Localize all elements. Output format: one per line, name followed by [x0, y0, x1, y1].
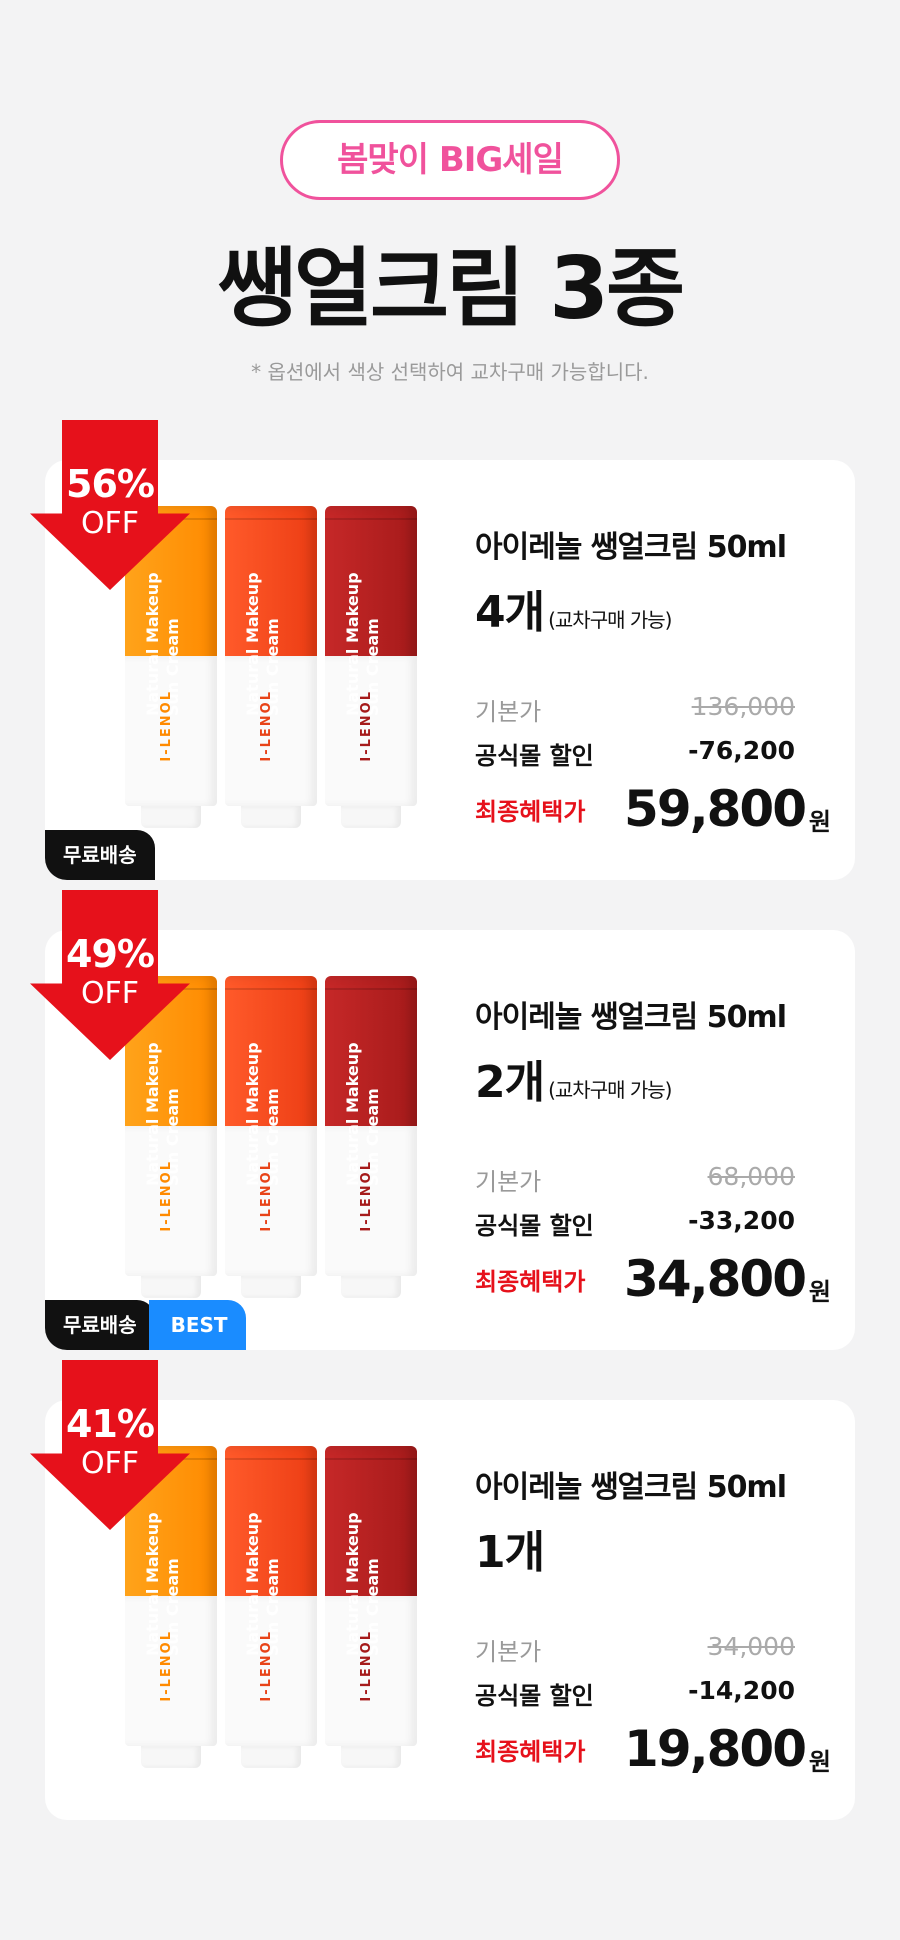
product-card-4pack[interactable]: Natural Makeup Sun Cream I-LENOL Natural … — [30, 420, 855, 880]
product-qty: 4개 (교차구매 가능) — [475, 587, 672, 638]
discount-badge: 49% OFF — [30, 890, 190, 1060]
base-price-row: 기본가 34,000 — [475, 1632, 795, 1666]
tube-crimson: Natural Makeup Sun Cream I-LENOL — [325, 976, 417, 1298]
sale-pill: 봄맞이 BIG세일 — [280, 120, 620, 200]
product-qty: 2개 (교차구매 가능) — [475, 1057, 672, 1108]
discount-badge: 41% OFF — [30, 1360, 190, 1530]
tube-red-orange: Natural Makeup Sun Cream I-LENOL — [225, 976, 317, 1298]
tag-group: 무료배송 — [45, 830, 155, 880]
final-price-row: 최종혜택가 59,800 원 — [475, 780, 831, 838]
product-card-2pack[interactable]: Natural Makeup Sun Cream I-LENOL Natural … — [30, 890, 855, 1350]
product-info: 아이레놀 쌩얼크림 50ml 1개 기본가 34,000 공식몰 할인 -14,20… — [475, 1462, 835, 1778]
final-price-row: 최종혜택가 34,800 원 — [475, 1250, 831, 1308]
product-qty: 1개 — [475, 1527, 545, 1578]
tube-crimson: Natural Makeup Sun Cream I-LENOL — [325, 506, 417, 828]
final-price-row: 최종혜택가 19,800 원 — [475, 1720, 831, 1778]
base-price: 68,000 — [707, 1162, 795, 1191]
base-price: 34,000 — [707, 1632, 795, 1661]
base-price-row: 기본가 68,000 — [475, 1162, 795, 1196]
product-name: 아이레놀 쌩얼크림 50ml — [475, 530, 787, 565]
product-name: 아이레놀 쌩얼크림 50ml — [475, 1000, 787, 1035]
discount-badge: 56% OFF — [30, 420, 190, 590]
discount-row: 공식몰 할인 -14,200 — [475, 1676, 795, 1710]
discount-row: 공식몰 할인 -33,200 — [475, 1206, 795, 1240]
product-info: 아이레놀 쌩얼크림 50ml 4개 (교차구매 가능) 기본가 136,000 공식… — [475, 522, 835, 838]
page-title: 쌩얼크림 3종 — [217, 239, 685, 339]
option-note: * 옵션에서 색상 선택하여 교차구매 가능합니다. — [251, 360, 649, 384]
discount-amount: -33,200 — [688, 1206, 795, 1235]
tag-group: 무료배송 BEST — [45, 1300, 246, 1350]
best-tag: BEST — [148, 1300, 246, 1350]
discount-amount: -14,200 — [688, 1676, 795, 1705]
product-card-1pack[interactable]: Natural Makeup Sun Cream I-LENOL Natural … — [30, 1360, 855, 1820]
base-price-row: 기본가 136,000 — [475, 692, 795, 726]
product-name: 아이레놀 쌩얼크림 50ml — [475, 1470, 787, 1505]
base-price: 136,000 — [691, 692, 795, 721]
discount-row: 공식몰 할인 -76,200 — [475, 736, 795, 770]
discount-amount: -76,200 — [688, 736, 795, 765]
tube-red-orange: Natural Makeup Sun Cream I-LENOL — [225, 506, 317, 828]
tube-crimson: Natural Makeup Sun Cream I-LENOL — [325, 1446, 417, 1768]
final-price: 59,800 — [624, 780, 807, 838]
free-shipping-tag: 무료배송 — [45, 830, 155, 880]
final-price: 19,800 — [624, 1720, 807, 1778]
final-price: 34,800 — [624, 1250, 807, 1308]
product-info: 아이레놀 쌩얼크림 50ml 2개 (교차구매 가능) 기본가 68,000 공식몰… — [475, 992, 835, 1308]
free-shipping-tag: 무료배송 — [45, 1300, 155, 1350]
promo-header: 봄맞이 BIG세일 쌩얼크림 3종 * 옵션에서 색상 선택하여 교차구매 가능… — [0, 0, 900, 420]
tube-red-orange: Natural Makeup Sun Cream I-LENOL — [225, 1446, 317, 1768]
